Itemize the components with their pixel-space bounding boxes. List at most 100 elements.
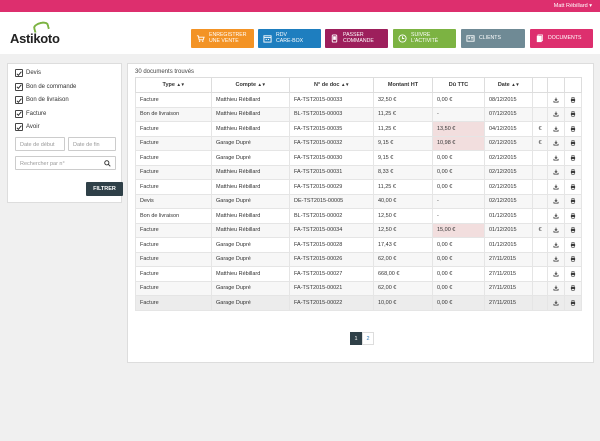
checkbox-label: Bon de commande <box>26 83 77 90</box>
logo[interactable]: Astikoto <box>10 20 70 48</box>
print-icon[interactable] <box>564 193 582 209</box>
print-icon[interactable] <box>564 295 582 311</box>
table-row[interactable]: Bon de livraison Matthieu Rébillard BL-TST… <box>135 106 582 122</box>
cell-type: Facture <box>135 266 212 282</box>
table-row[interactable]: Facture Matthieu Rébillard FA-TST2015-0003… <box>135 92 582 108</box>
column-header[interactable]: N° de doc ▲▼ <box>289 77 374 93</box>
print-icon[interactable] <box>564 266 582 282</box>
cell-compte: Matthieu Rébillard <box>211 222 290 238</box>
cell-num: FA-TST2015-00021 <box>289 280 374 296</box>
column-header[interactable]: Type ▲▼ <box>135 77 212 93</box>
user-menu[interactable]: Matt Rébillard ▾ <box>554 3 592 9</box>
table-row[interactable]: Facture Garage Dupré FA-TST2015-00032 9,15 … <box>135 135 582 151</box>
check-icon[interactable] <box>15 109 23 118</box>
print-icon[interactable] <box>564 135 582 151</box>
cell-ht: 10,00 € <box>373 295 433 311</box>
cell-date: 01/12/2015 <box>484 222 533 238</box>
nav-users-button[interactable]: CLIENTS <box>461 29 525 48</box>
table-row[interactable]: Facture Matthieu Rébillard FA-TST2015-0002… <box>135 266 582 282</box>
check-icon[interactable] <box>15 69 23 77</box>
print-icon[interactable] <box>564 222 582 238</box>
download-icon[interactable] <box>547 92 565 108</box>
phone-icon <box>329 33 340 44</box>
payment-indicator <box>532 208 548 224</box>
print-icon[interactable] <box>564 237 582 253</box>
download-icon[interactable] <box>547 135 565 151</box>
download-icon[interactable] <box>547 106 565 122</box>
print-icon[interactable] <box>564 179 582 195</box>
table-row[interactable]: Facture Matthieu Rébillard FA-TST2015-0003… <box>135 121 582 137</box>
nav-label-line2: CARE-BOX <box>276 37 304 44</box>
cell-ht: 668,00 € <box>373 266 433 282</box>
column-header[interactable]: Dû TTC <box>432 77 485 93</box>
print-icon[interactable] <box>564 92 582 108</box>
payment-indicator <box>532 266 548 282</box>
download-icon[interactable] <box>547 237 565 253</box>
table-row[interactable]: Facture Garage Dupré FA-TST2015-00030 9,15 … <box>135 150 582 166</box>
nav-phone-button[interactable]: PASSER COMMANDE <box>325 29 388 48</box>
print-icon[interactable] <box>564 164 582 180</box>
print-icon[interactable] <box>564 106 582 122</box>
print-icon[interactable] <box>564 280 582 296</box>
check-icon[interactable] <box>15 123 23 131</box>
table-row[interactable]: Devis Garage Dupré DE-TST2015-00005 40,00 €… <box>135 193 582 209</box>
column-header[interactable]: Compte ▲▼ <box>211 77 290 93</box>
checkbox-devis[interactable]: Devis <box>15 69 41 77</box>
checkbox-avoir[interactable]: Avoir <box>15 123 40 131</box>
table-row[interactable]: Facture Garage Dupré FA-TST2015-00021 62,00… <box>135 280 582 296</box>
checkbox-bon-de-commande[interactable]: Bon de commande <box>15 82 77 91</box>
nav-documents-button[interactable]: DOCUMENTS <box>530 29 593 48</box>
table-row[interactable]: Facture Matthieu Rébillard FA-TST2015-0003… <box>135 164 582 180</box>
page-2-button[interactable]: 2 <box>362 332 374 345</box>
download-icon[interactable] <box>547 121 565 137</box>
table-row[interactable]: Facture Garage Dupré FA-TST2015-00022 10,00… <box>135 295 582 311</box>
checkbox-facture[interactable]: Facture <box>15 109 46 118</box>
nav-clock-button[interactable]: SUIVRE L'ACTIVITÉ <box>393 29 456 48</box>
filter-button[interactable]: FILTRER <box>86 182 123 196</box>
cell-num: FA-TST2015-00028 <box>289 237 374 253</box>
nav-cart-button[interactable]: ENREGISTRER UNE VENTE <box>191 29 254 48</box>
search-input[interactable]: Rechercher par n° <box>15 156 116 170</box>
check-icon[interactable] <box>15 96 23 104</box>
download-icon[interactable] <box>547 266 565 282</box>
column-label: N° de doc <box>314 82 340 88</box>
column-header[interactable]: Montant HT <box>373 77 433 93</box>
checkbox-bon-de-livraison[interactable]: Bon de livraison <box>15 96 69 104</box>
download-icon[interactable] <box>547 251 565 267</box>
download-icon[interactable] <box>547 179 565 195</box>
download-icon[interactable] <box>547 208 565 224</box>
cell-type: Facture <box>135 121 212 137</box>
date-start-input[interactable]: Date de début <box>15 137 65 151</box>
download-icon[interactable] <box>547 222 565 238</box>
table-row[interactable]: Facture Matthieu Rébillard FA-TST2015-0003… <box>135 222 582 238</box>
print-icon[interactable] <box>564 121 582 137</box>
cell-type: Facture <box>135 237 212 253</box>
download-icon[interactable] <box>547 193 565 209</box>
column-header-empty <box>532 77 548 93</box>
pagination: 12 <box>350 332 374 345</box>
print-icon[interactable] <box>564 251 582 267</box>
column-header[interactable]: Date ▲▼ <box>484 77 533 93</box>
cell-date: 07/12/2015 <box>484 106 533 122</box>
date-end-input[interactable]: Date de fin <box>68 137 116 151</box>
page-1-button[interactable]: 1 <box>350 332 362 345</box>
download-icon[interactable] <box>547 150 565 166</box>
cell-date: 02/12/2015 <box>484 135 533 151</box>
download-icon[interactable] <box>547 280 565 296</box>
payment-indicator <box>532 106 548 122</box>
table-row[interactable]: Facture Matthieu Rébillard FA-TST2015-0002… <box>135 179 582 195</box>
column-header-empty <box>547 77 565 93</box>
cell-type: Bon de livraison <box>135 208 212 224</box>
table-row[interactable]: Facture Garage Dupré FA-TST2015-00026 62,00… <box>135 251 582 267</box>
results-count: 30 documents trouvés <box>135 69 195 75</box>
download-icon[interactable] <box>547 295 565 311</box>
nav-calendar-button[interactable]: RDV CARE-BOX <box>258 29 321 48</box>
table-row[interactable]: Bon de livraison Matthieu Rébillard BL-TST… <box>135 208 582 224</box>
download-icon[interactable] <box>547 164 565 180</box>
print-icon[interactable] <box>564 208 582 224</box>
cell-ht: 9,15 € <box>373 135 433 151</box>
print-icon[interactable] <box>564 150 582 166</box>
table-row[interactable]: Facture Garage Dupré FA-TST2015-00028 17,43… <box>135 237 582 253</box>
check-icon[interactable] <box>15 82 23 91</box>
payment-indicator <box>532 193 548 209</box>
